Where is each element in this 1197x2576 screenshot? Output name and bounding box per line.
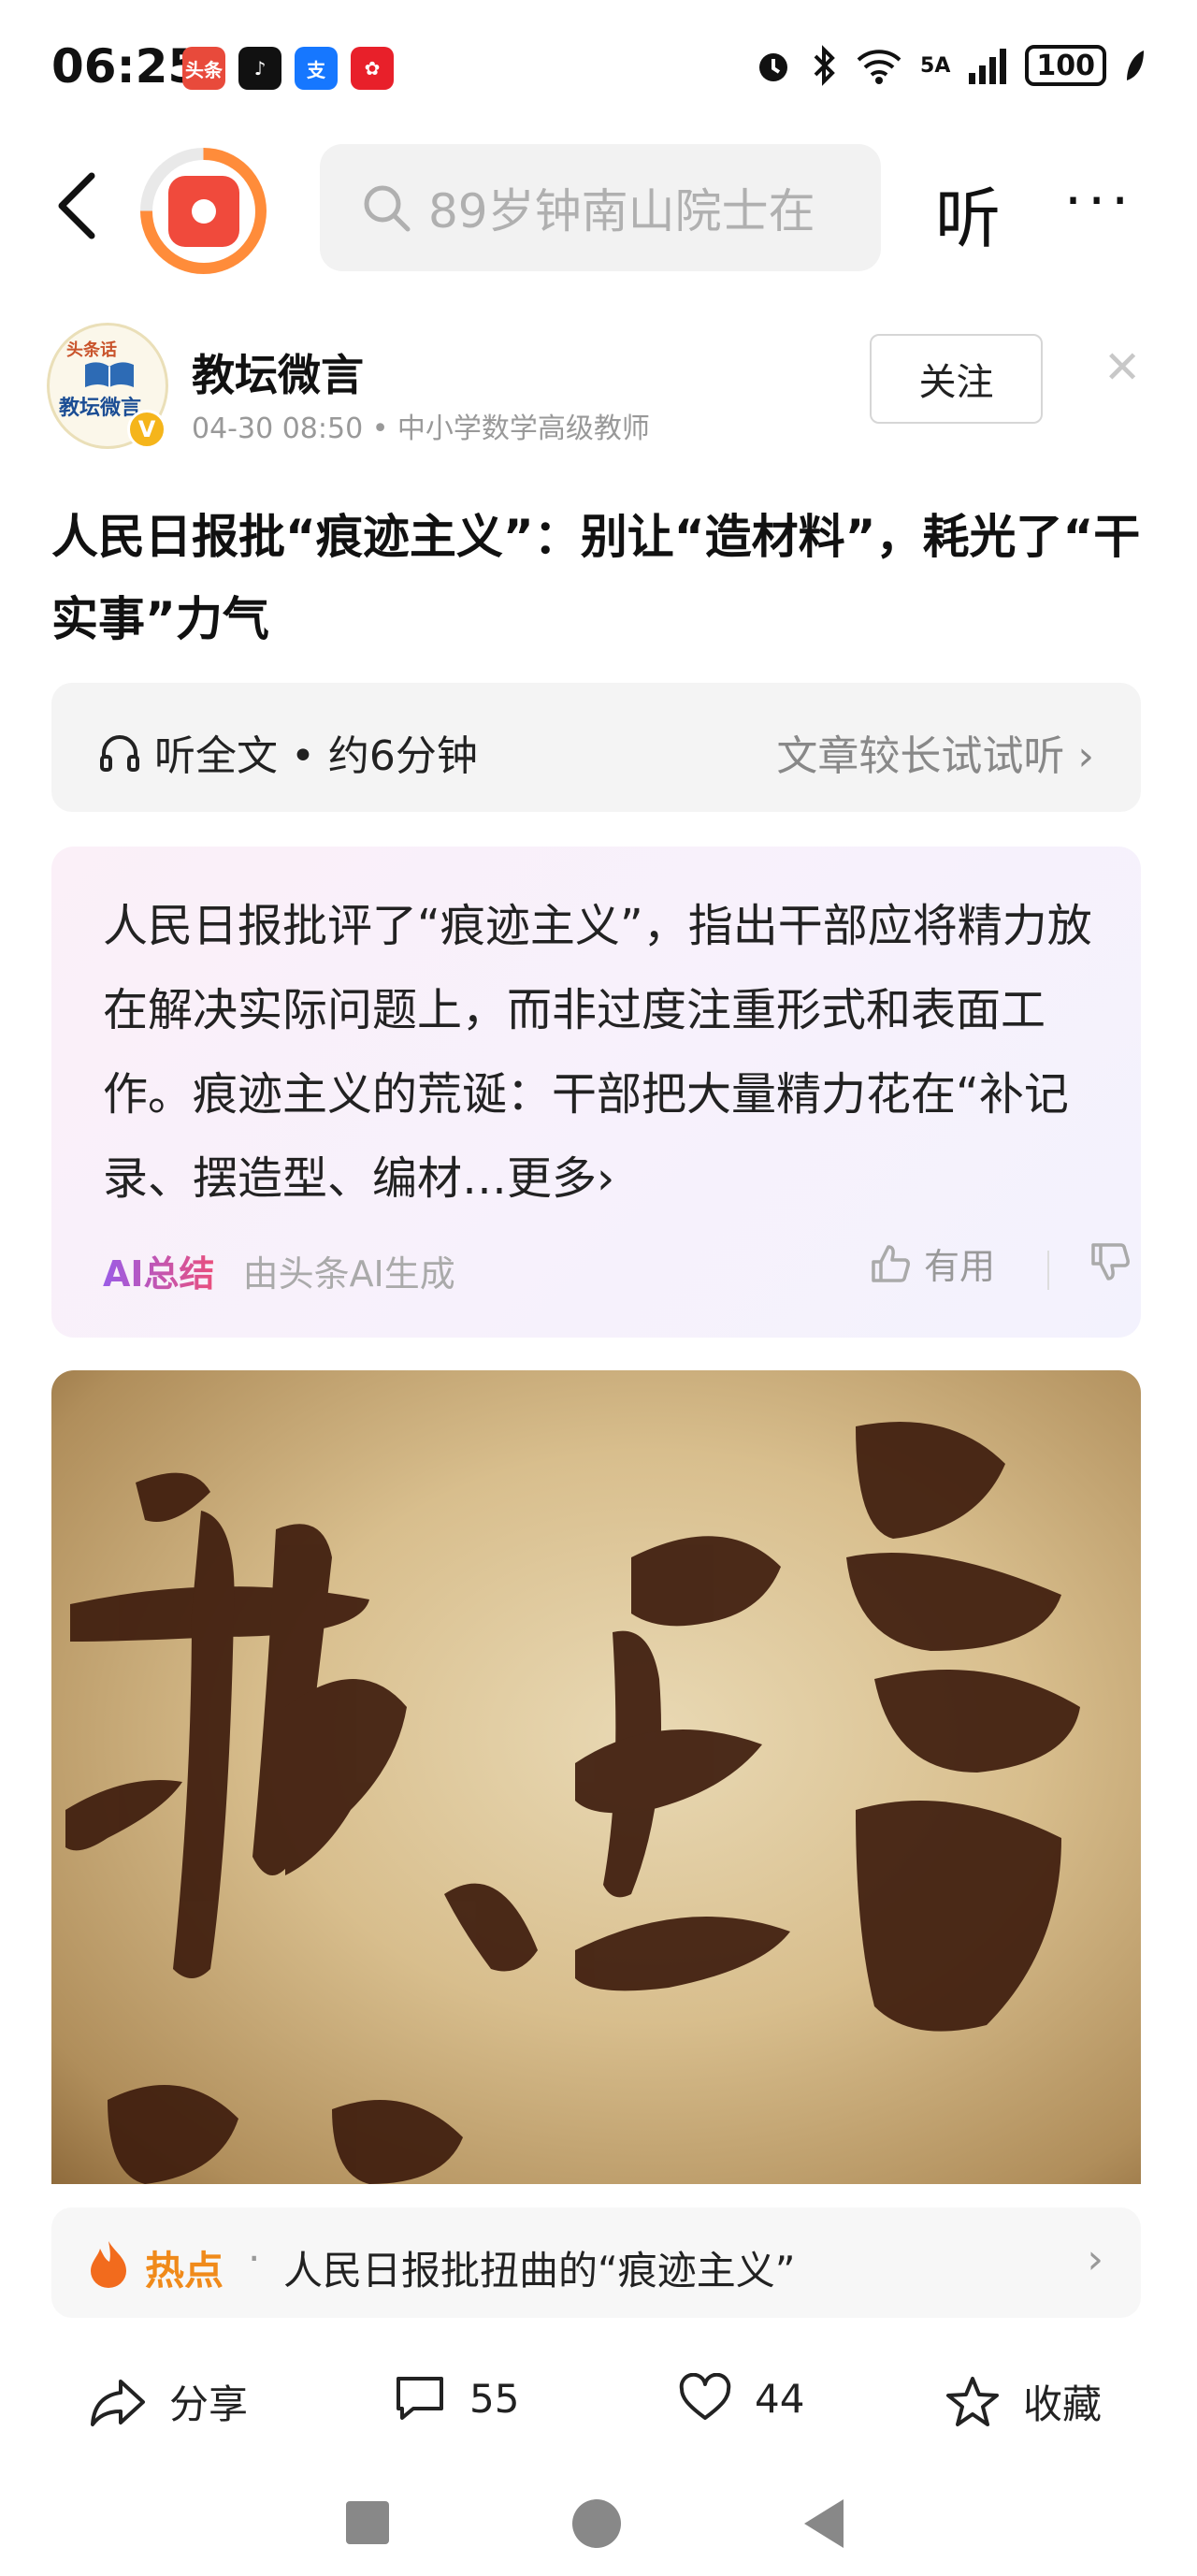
wifi-icon [857,50,901,84]
thumbs-up-icon [872,1244,910,1282]
battery-indicator: 100 [1025,45,1106,86]
listen-button[interactable]: 听 [935,166,1001,261]
article-title: 人民日报批“痕迹主义”：别让“造材料”，耗光了“干实事”力气 [51,510,1141,646]
follow-button[interactable]: 关注 [870,334,1043,424]
douyin-app-icon: ♪ [238,47,281,90]
chevron-right-icon: › [1087,2236,1103,2283]
leaf-icon [1127,51,1144,80]
status-time: 06:25 [51,39,201,94]
author-meta: 04-30 08:50 • 中小学数学高级教师 [192,412,650,445]
status-indicators: 5A 100 [754,45,1146,86]
bluetooth-icon [814,45,835,86]
article-image[interactable] [51,1370,1141,2184]
avatar-text: 教坛微言 [59,397,142,420]
avatar-book-icon [85,362,134,387]
favorite-button[interactable]: 收藏 [945,2373,1102,2430]
ai-footer-divider [1047,1251,1049,1290]
signal-label: 5A [920,53,951,78]
back-arrow-icon [58,172,95,239]
ai-summary-card: 人民日报批评了“痕迹主义”，指出干部应将精力放在解决实际问题上，而非过度注重形式… [51,847,1141,1338]
hot-topic-separator: · [248,2236,261,2281]
action-bar: 分享 55 44 收藏 [0,2352,1197,2465]
notification-app-icons: 头条 ♪ 支 ✿ [182,47,394,90]
top-nav: 89岁钟南山院士在 听 ··· [0,140,1197,274]
hot-topic-label: 热点 [145,2248,224,2294]
red-packet-icon [167,175,239,247]
pinduoduo-app-icon: ✿ [351,47,394,90]
share-icon [91,2379,145,2426]
listen-full-label: 听全文 • 约6分钟 [154,732,478,780]
author-row: 头条话 教坛微言 教坛微言 04-30 08:50 • 中小学数学高级教师 关注… [0,323,1197,454]
red-packet-button[interactable] [140,148,267,274]
ai-generated-by: 由头条AI生成 [242,1252,455,1295]
search-placeholder: 89岁钟南山院士在 [428,184,815,239]
signal-icon [969,49,1007,84]
system-nav-bar [0,2469,1197,2576]
favorite-label: 收藏 [1023,2381,1103,2427]
ai-summary-text: 人民日报批评了“痕迹主义”，指出干部应将精力放在解决实际问题上，而非过度注重形式… [103,900,1092,1205]
like-button[interactable]: 44 [678,2373,804,2424]
useful-button[interactable]: 有用 [870,1237,995,1289]
heart-icon [679,2373,731,2420]
recent-apps-button[interactable] [346,2501,389,2544]
fire-icon [91,2241,126,2288]
comment-icon [397,2377,443,2420]
listen-hint: 文章较长试试听 › [776,732,1094,780]
search-input[interactable]: 89岁钟南山院士在 [320,144,881,271]
verified-badge: V [127,410,166,449]
ai-summary-badge: AI总结 [103,1245,215,1296]
alipay-app-icon: 支 [295,47,338,90]
status-bar: 06:25 头条 ♪ 支 ✿ 5A 100 [0,0,1197,140]
star-icon [946,2376,999,2426]
share-button[interactable]: 分享 [89,2373,248,2430]
useful-label: 有用 [924,1246,996,1287]
share-label: 分享 [169,2381,249,2427]
listen-full-bar[interactable]: 听全文 • 约6分钟 文章较长试试听 › [51,683,1141,812]
hot-topic-bar[interactable]: 热点 · 人民日报批扭曲的“痕迹主义” › [51,2207,1141,2318]
search-icon [364,185,411,232]
headphones-icon [100,735,139,772]
ai-summary-footer: AI总结 由头条AI生成 有用 [103,1237,1130,1303]
author-name[interactable]: 教坛微言 [192,341,364,403]
thumbs-down-icon[interactable] [1089,1241,1131,1282]
comment-button[interactable]: 55 [393,2373,519,2424]
close-icon[interactable]: ✕ [1103,341,1141,394]
back-button[interactable] [47,168,112,243]
alarm-icon [759,53,788,81]
hot-topic-text: 人民日报批扭曲的“痕迹主义” [283,2248,796,2294]
more-button[interactable]: ··· [1064,168,1134,234]
ai-more-link[interactable]: 更多› [507,1152,614,1205]
like-count: 44 [755,2375,805,2422]
home-button[interactable] [572,2499,621,2548]
comment-count: 55 [469,2375,520,2422]
system-back-button[interactable] [804,2499,844,2548]
toutiao-app-icon: 头条 [182,47,225,90]
listen-full-label-group: 听全文 • 约6分钟 [98,722,478,782]
calligraphy-image [65,1422,1080,2184]
